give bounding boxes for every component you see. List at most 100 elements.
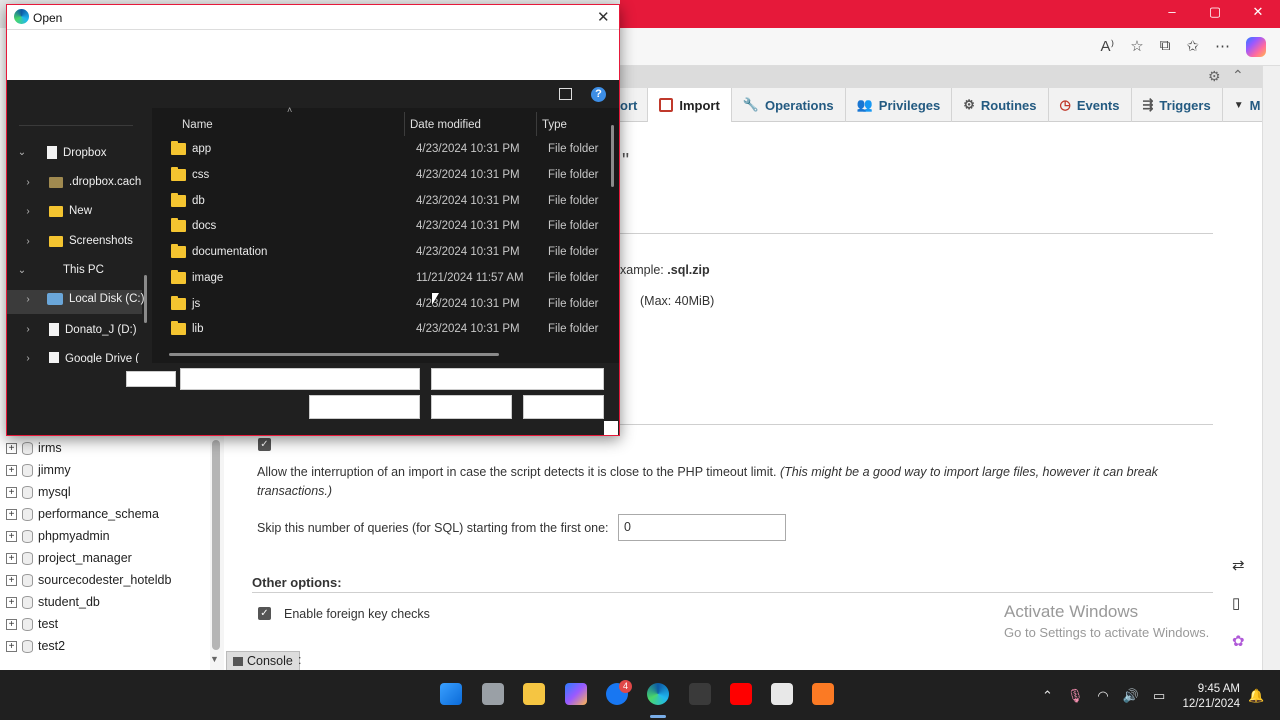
db-name[interactable]: sourcecodester_hoteldb	[38, 573, 171, 587]
tab-triggers[interactable]: ⇶ Triggers	[1132, 88, 1223, 122]
file-row[interactable]: db 4/23/2024 10:31 PM File folder	[169, 188, 609, 213]
expand-icon[interactable]: +	[6, 508, 17, 520]
expand-icon[interactable]: +	[6, 596, 17, 608]
file-row[interactable]: js 4/23/2024 10:31 PM File folder	[169, 291, 609, 316]
tab-privileges[interactable]: 👥 Privileges	[846, 88, 953, 122]
tab-more[interactable]: ▼ M	[1223, 88, 1261, 122]
file-row[interactable]: documentation 4/23/2024 10:31 PM File fo…	[169, 239, 609, 264]
skip-queries-input[interactable]: 0	[618, 514, 786, 541]
read-aloud-icon[interactable]: A⁾	[1101, 37, 1115, 57]
preview-pane-icon[interactable]	[559, 88, 572, 100]
close-window-button[interactable]: ✕	[1248, 4, 1268, 20]
expand-icon[interactable]: +	[6, 640, 17, 652]
db-name[interactable]: mysql	[38, 485, 71, 499]
dialog-close-button[interactable]: ✕	[597, 8, 610, 26]
expand-icon[interactable]: +	[6, 552, 17, 564]
column-divider[interactable]	[404, 112, 405, 136]
translate-icon[interactable]: ⇄	[1232, 556, 1245, 574]
tree-item-new[interactable]: › New	[23, 205, 92, 217]
tree-item-dropbox[interactable]: ⌄ Dropbox	[17, 146, 106, 159]
tree-item-this-pc[interactable]: ⌄ This PC	[17, 264, 104, 276]
tab-import[interactable]: Import	[648, 88, 732, 122]
column-header-type[interactable]: Type	[542, 119, 567, 131]
file-row[interactable]: docs 4/23/2024 10:31 PM File folder	[169, 213, 609, 238]
notification-bell-icon[interactable]: 🔔	[1248, 688, 1264, 704]
edge-taskbar-icon[interactable]	[647, 683, 669, 705]
db-name[interactable]: student_db	[38, 595, 100, 609]
tab-operations[interactable]: 🔧 Operations	[732, 88, 846, 122]
column-divider[interactable]	[536, 112, 537, 136]
youtube-icon[interactable]	[730, 683, 752, 705]
foreign-key-checkbox[interactable]: ✓	[258, 607, 271, 620]
expand-icon[interactable]: +	[6, 486, 17, 498]
file-type-select[interactable]	[431, 368, 604, 390]
chevron-down-icon[interactable]: ⌄	[17, 147, 27, 158]
file-row[interactable]: css 4/23/2024 10:31 PM File folder	[169, 162, 609, 187]
tab-routines[interactable]: ⚙ Routines	[952, 88, 1049, 122]
favorites-icon[interactable]: ✩	[1186, 37, 1199, 57]
brain-icon[interactable]: ✿	[1232, 632, 1245, 650]
db-name[interactable]: phpmyadmin	[38, 529, 110, 543]
maximize-button[interactable]: ▢	[1205, 4, 1225, 20]
chevron-right-icon[interactable]: ›	[23, 206, 33, 217]
copilot-taskbar-icon[interactable]	[565, 683, 587, 705]
help-icon[interactable]: ?	[591, 87, 606, 102]
chevron-right-icon[interactable]: ›	[23, 177, 33, 188]
extensions-icon[interactable]: ⧉	[1160, 37, 1171, 57]
db-item[interactable]: + mysql	[6, 485, 71, 499]
file-row[interactable]: image 11/21/2024 11:57 AM File folder	[169, 265, 609, 290]
db-name[interactable]: project_manager	[38, 551, 132, 565]
column-header-date[interactable]: Date modified	[410, 119, 481, 131]
file-explorer-icon[interactable]	[523, 683, 545, 705]
expand-icon[interactable]: +	[6, 442, 17, 454]
open-button[interactable]	[431, 395, 512, 419]
snipping-tool-icon[interactable]	[771, 683, 793, 705]
chevron-right-icon[interactable]: ›	[23, 236, 33, 247]
battery-icon[interactable]: ▭	[1153, 688, 1165, 704]
favorite-star-icon[interactable]: ☆	[1130, 37, 1143, 57]
start-windows-icon[interactable]	[440, 683, 462, 705]
resize-grip[interactable]	[604, 421, 618, 435]
db-item[interactable]: + jimmy	[6, 463, 71, 477]
tab-export[interactable]: ort	[620, 88, 649, 122]
collapse-icon[interactable]: ⌃	[1232, 67, 1244, 84]
microphone-icon[interactable]: 🎙	[1067, 688, 1084, 704]
console-button[interactable]: Console	[226, 651, 300, 671]
chevron-right-icon[interactable]: ›	[23, 294, 33, 305]
reading-icon[interactable]: ▯	[1232, 594, 1245, 612]
file-list-horizontal-scrollbar[interactable]	[169, 353, 499, 356]
settings-gear-icon[interactable]: ⚙	[1208, 68, 1221, 85]
chevron-down-icon[interactable]: ⌄	[17, 265, 27, 276]
tree-scrollbar[interactable]	[144, 275, 147, 323]
db-item[interactable]: + student_db	[6, 595, 100, 609]
chevron-up-icon[interactable]: ⌃	[1042, 688, 1053, 704]
chevron-right-icon[interactable]: ›	[23, 324, 33, 335]
page-scrollbar[interactable]	[1262, 66, 1280, 670]
db-item[interactable]: + test2	[6, 639, 65, 653]
scroll-down-icon[interactable]: ▼	[210, 654, 219, 664]
file-name-input[interactable]	[180, 368, 420, 390]
db-name[interactable]: performance_schema	[38, 507, 159, 521]
db-name[interactable]: test	[38, 617, 58, 631]
database-tree-scroll-thumb[interactable]	[212, 440, 220, 650]
file-list-vertical-scrollbar[interactable]	[611, 125, 614, 187]
minimize-button[interactable]: –	[1162, 4, 1182, 19]
volume-icon[interactable]: 🔊	[1123, 688, 1139, 704]
xampp-icon[interactable]	[812, 683, 834, 705]
tree-item-local-disk[interactable]: › Local Disk (C:)	[23, 293, 144, 305]
dialog-extra-button[interactable]	[309, 395, 420, 419]
copilot-icon[interactable]	[1246, 37, 1266, 57]
tree-item-donato-drive[interactable]: › Donato_J (D:)	[23, 323, 137, 336]
file-row[interactable]: app 4/23/2024 10:31 PM File folder	[169, 136, 609, 161]
allow-interrupt-checkbox[interactable]: ✓	[258, 438, 271, 451]
dialog-address-area[interactable]	[7, 30, 619, 80]
db-item[interactable]: + irms	[6, 441, 62, 455]
db-item[interactable]: + project_manager	[6, 551, 132, 565]
taskbar-clock[interactable]: 9:45 AM 12/21/2024	[1178, 682, 1240, 712]
expand-icon[interactable]: +	[6, 530, 17, 542]
expand-icon[interactable]: +	[6, 464, 17, 476]
cancel-button[interactable]	[523, 395, 604, 419]
db-name[interactable]: test2	[38, 639, 65, 653]
task-view-icon[interactable]	[482, 683, 504, 705]
wifi-icon[interactable]: ◠	[1097, 688, 1108, 704]
